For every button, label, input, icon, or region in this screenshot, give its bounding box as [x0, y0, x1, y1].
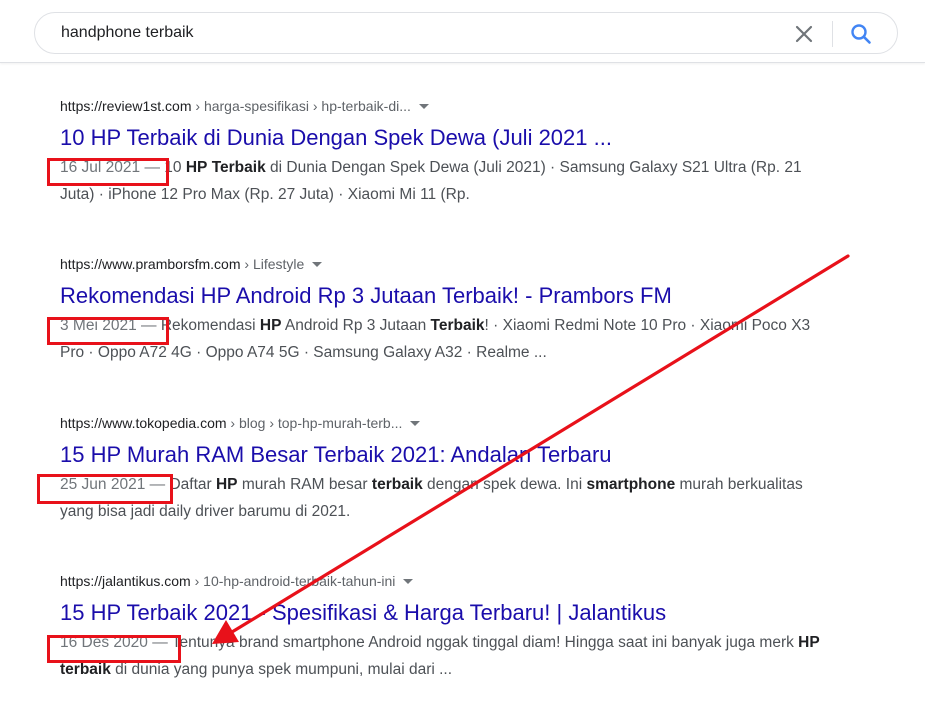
chevron-down-icon[interactable] [418, 103, 429, 109]
result-date: 16 Jul 2021 [60, 159, 141, 176]
snippet-text-run: di dunia yang punya spek mumpuni, mulai … [110, 661, 453, 678]
chevron-down-icon[interactable] [410, 420, 421, 426]
search-header [0, 0, 925, 63]
result-title-link[interactable]: 15 HP Terbaik 2021 - Spesifikasi & Harga… [60, 599, 820, 627]
result-url[interactable]: https://review1st.com › harga-spesifikas… [60, 96, 820, 116]
snippet-bold-term: Terbaik [430, 317, 485, 334]
result-snippet: 16 Des 2020 — Tentunya brand smartphone … [60, 629, 820, 683]
snippet-bold-term: Terbaik [211, 159, 266, 176]
result-snippet-text: 10 HP Terbaik di Dunia Dengan Spek Dewa … [60, 159, 802, 203]
search-bar [34, 12, 898, 54]
snippet-text-run: Rekomendasi [160, 317, 260, 334]
snippet-bold-term: HP [215, 476, 238, 493]
search-results-page: https://review1st.com › harga-spesifikas… [0, 0, 925, 716]
result-snippet-text: Daftar HP murah RAM besar terbaik dengan… [60, 476, 803, 520]
result-snippet-text: Rekomendasi HP Android Rp 3 Jutaan Terba… [60, 317, 810, 361]
result-domain: https://www.pramborsfm.com [60, 256, 241, 272]
result-date-separator: — [140, 159, 165, 176]
result-date: 16 Des 2020 [60, 634, 148, 651]
snippet-text-run: murah RAM besar [237, 476, 372, 493]
snippet-bold-term: terbaik [60, 661, 111, 678]
result-date: 25 Jun 2021 [60, 476, 146, 493]
result-date: 3 Mei 2021 [60, 317, 137, 334]
result-date-separator: — [136, 317, 161, 334]
result-date-separator: — [147, 634, 172, 651]
snippet-bold-term: terbaik [371, 476, 423, 493]
search-icon[interactable] [848, 21, 874, 47]
result-url[interactable]: https://jalantikus.com › 10-hp-android-t… [60, 571, 820, 591]
search-input[interactable] [61, 22, 761, 44]
snippet-text-run: Daftar [169, 476, 216, 493]
snippet-text-run: 10 [164, 159, 186, 176]
result-domain: https://jalantikus.com [60, 573, 191, 589]
result-date-separator: — [145, 476, 170, 493]
snippet-text-run: Android Rp 3 Jutaan [281, 317, 431, 334]
close-icon[interactable] [791, 21, 817, 47]
snippet-bold-term: HP [259, 317, 282, 334]
search-result: https://review1st.com › harga-spesifikas… [60, 96, 820, 208]
result-snippet: 16 Jul 2021 — 10 HP Terbaik di Dunia Den… [60, 154, 820, 208]
result-domain: https://review1st.com [60, 98, 192, 114]
result-title-link[interactable]: Rekomendasi HP Android Rp 3 Jutaan Terba… [60, 282, 820, 310]
snippet-bold-term: smartphone [586, 476, 676, 493]
chevron-down-icon[interactable] [403, 578, 414, 584]
result-path: › harga-spesifikasi › hp-terbaik-di... [191, 98, 411, 114]
result-domain: https://www.tokopedia.com [60, 415, 227, 431]
result-snippet: 25 Jun 2021 — Daftar HP murah RAM besar … [60, 471, 820, 525]
snippet-bold-term: HP [798, 634, 820, 651]
chevron-down-icon[interactable] [312, 261, 323, 267]
result-snippet: 3 Mei 2021 — Rekomendasi HP Android Rp 3… [60, 312, 820, 366]
result-path: › Lifestyle [240, 256, 305, 272]
result-title-link[interactable]: 15 HP Murah RAM Besar Terbaik 2021: Anda… [60, 441, 820, 469]
result-url[interactable]: https://www.tokopedia.com › blog › top-h… [60, 413, 820, 433]
search-result: https://www.pramborsfm.com › Lifestyle R… [60, 254, 820, 366]
search-bar-divider [832, 21, 833, 47]
search-result: https://jalantikus.com › 10-hp-android-t… [60, 571, 820, 683]
snippet-bold-term: HP [185, 159, 208, 176]
search-result: https://www.tokopedia.com › blog › top-h… [60, 413, 820, 525]
result-url[interactable]: https://www.pramborsfm.com › Lifestyle [60, 254, 820, 274]
snippet-text-run: dengan spek dewa. Ini [422, 476, 587, 493]
result-path: › blog › top-hp-murah-terb... [226, 415, 403, 431]
result-snippet-text: Tentunya brand smartphone Android nggak … [60, 634, 820, 678]
result-title-link[interactable]: 10 HP Terbaik di Dunia Dengan Spek Dewa … [60, 124, 820, 152]
result-path: › 10-hp-android-terbaik-tahun-ini [190, 573, 396, 589]
snippet-text-run: Tentunya brand smartphone Android nggak … [171, 634, 799, 651]
